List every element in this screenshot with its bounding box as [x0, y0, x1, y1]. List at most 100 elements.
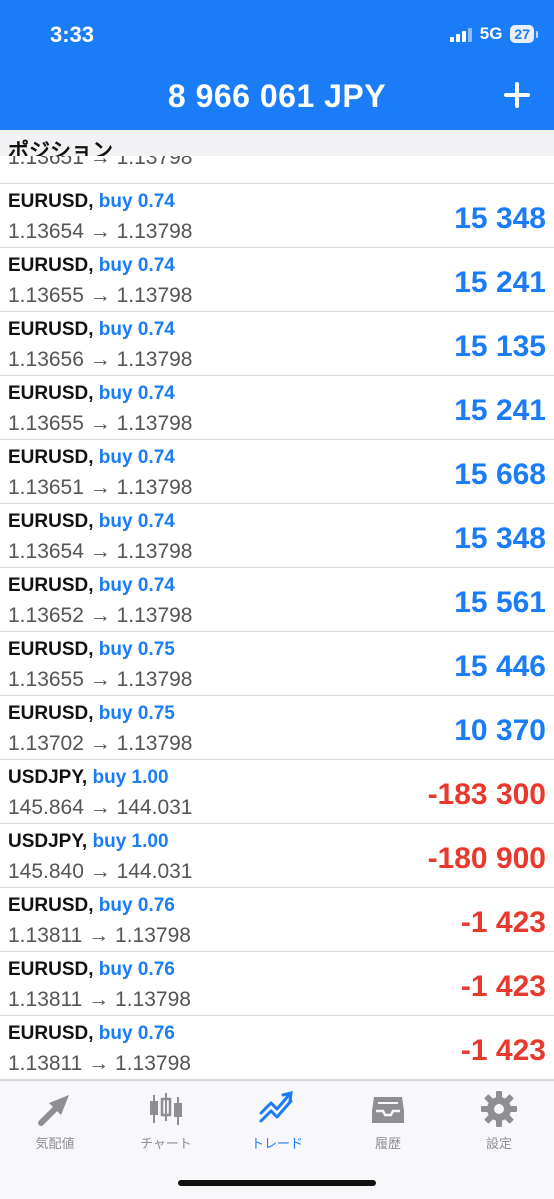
position-symbol-line: EURUSD, buy 0.74: [8, 319, 175, 341]
position-symbol: USDJPY,: [8, 767, 88, 788]
tab-history-tray[interactable]: 履歴: [333, 1089, 443, 1159]
position-symbol: EURUSD,: [8, 511, 94, 532]
position-symbol-line: EURUSD, buy 0.75: [8, 639, 175, 661]
position-profit: -1 423: [460, 906, 546, 939]
position-row[interactable]: EURUSD, buy 0.74 1.13651 → 1.13798 15 668: [0, 440, 554, 504]
tab-trade-trend[interactable]: トレード: [222, 1089, 332, 1159]
position-symbol: EURUSD,: [8, 383, 94, 404]
position-prices: 1.13652 → 1.13798: [8, 604, 193, 627]
gear-icon: [444, 1089, 554, 1129]
position-row[interactable]: EURUSD, buy 0.76 1.13811 → 1.13798 -1 423: [0, 952, 554, 1016]
position-side-volume: buy 0.74: [98, 319, 175, 340]
position-row[interactable]: EURUSD, buy 0.75 1.13655 → 1.13798 15 446: [0, 632, 554, 696]
position-side-volume: buy 0.75: [98, 639, 175, 660]
position-row[interactable]: EURUSD, buy 0.74 1.13652 → 1.13798 15 561: [0, 568, 554, 632]
position-row[interactable]: USDJPY, buy 1.00 145.840 → 144.031 -180 90…: [0, 824, 554, 888]
tab-label: チャート: [140, 1136, 192, 1151]
position-side-volume: buy 0.76: [98, 1023, 175, 1044]
tab-quotes-arrows[interactable]: 気配値: [0, 1089, 110, 1159]
status-time: 3:33: [50, 22, 95, 47]
home-indicator: [178, 1180, 376, 1186]
position-symbol-line: EURUSD, buy 0.74: [8, 575, 175, 597]
position-side-volume: buy 0.74: [98, 255, 175, 276]
position-profit: 15 135: [454, 330, 546, 363]
position-side-volume: buy 0.76: [98, 959, 175, 980]
position-symbol: EURUSD,: [8, 959, 94, 980]
position-side-volume: buy 0.75: [98, 703, 175, 724]
position-profit: -183 300: [427, 778, 546, 811]
signal-icon: [449, 26, 472, 42]
tab-gear[interactable]: 設定: [444, 1089, 554, 1159]
position-prices: 145.864 → 144.031: [8, 796, 193, 819]
position-symbol: EURUSD,: [8, 703, 94, 724]
network-type: 5G: [479, 24, 503, 43]
tab-label: 設定: [485, 1136, 512, 1151]
battery-icon: 27: [510, 25, 538, 43]
position-profit: -1 423: [460, 1034, 546, 1067]
position-side-volume: buy 0.74: [98, 383, 175, 404]
position-prices: 1.13811 → 1.13798: [8, 924, 191, 947]
position-prices: 145.840 → 144.031: [8, 860, 193, 883]
position-profit: 15 348: [454, 202, 546, 235]
position-prices: 1.13811 → 1.13798: [8, 1052, 191, 1075]
position-profit: 15 348: [454, 522, 546, 555]
position-row[interactable]: USDJPY, buy 1.00 145.864 → 144.031 -183 30…: [0, 760, 554, 824]
position-symbol: EURUSD,: [8, 1023, 94, 1044]
position-prices: 1.13702 → 1.13798: [8, 732, 193, 755]
position-profit: 15 241: [454, 266, 546, 299]
position-symbol-line: EURUSD, buy 0.74: [8, 511, 175, 533]
position-prices: 1.13655 → 1.13798: [8, 412, 193, 435]
position-row[interactable]: EURUSD, buy 0.76 1.13811 → 1.13798 -1 423: [0, 888, 554, 952]
position-symbol: EURUSD,: [8, 639, 94, 660]
position-prices: 1.13654 → 1.13798: [8, 540, 193, 563]
position-symbol-line: EURUSD, buy 0.74: [8, 255, 175, 277]
account-balance: 8 966 061 JPY: [167, 78, 387, 114]
position-symbol: EURUSD,: [8, 895, 94, 916]
position-row[interactable]: EURUSD, buy 0.76 1.13811 → 1.13798 -1 423: [0, 1016, 554, 1080]
position-symbol-line: EURUSD, buy 0.74: [8, 191, 175, 213]
position-row[interactable]: EURUSD, buy 0.74 1.13655 → 1.13798 15 241: [0, 248, 554, 312]
quotes-arrows-icon: [0, 1089, 110, 1129]
tab-label: 気配値: [35, 1136, 75, 1151]
position-symbol: EURUSD,: [8, 191, 94, 212]
position-side-volume: buy 0.74: [98, 511, 175, 532]
position-row[interactable]: EURUSD, buy 0.74 1.13656 → 1.13798 15 135: [0, 312, 554, 376]
position-profit: 15 668: [454, 458, 546, 491]
position-symbol-line: EURUSD, buy 0.76: [8, 959, 175, 981]
position-symbol: EURUSD,: [8, 255, 94, 276]
position-symbol: EURUSD,: [8, 447, 94, 468]
list-item-partial[interactable]: 1.13651 → 1.13798: [0, 156, 554, 184]
tab-candlestick[interactable]: チャート: [111, 1089, 221, 1159]
position-prices: 1.13654 → 1.13798: [8, 220, 193, 243]
position-side-volume: buy 0.74: [98, 447, 175, 468]
position-row[interactable]: EURUSD, buy 0.74 1.13655 → 1.13798 15 241: [0, 376, 554, 440]
position-side-volume: buy 1.00: [92, 831, 169, 852]
position-side-volume: buy 0.76: [98, 895, 175, 916]
position-symbol-line: EURUSD, buy 0.76: [8, 1023, 175, 1045]
position-profit: -1 423: [460, 970, 546, 1003]
position-prices: 1.13655 → 1.13798: [8, 284, 193, 307]
position-prices: 1.13655 → 1.13798: [8, 668, 193, 691]
status-indicators: 5G 27: [449, 24, 538, 44]
position-symbol-line: EURUSD, buy 0.74: [8, 383, 175, 405]
tab-label: トレード: [250, 1136, 303, 1151]
position-side-volume: buy 0.74: [98, 191, 175, 212]
position-symbol-line: EURUSD, buy 0.76: [8, 895, 175, 917]
position-profit: 15 241: [454, 394, 546, 427]
position-prices: 1.13811 → 1.13798: [8, 988, 191, 1011]
position-row[interactable]: EURUSD, buy 0.75 1.13702 → 1.13798 10 370: [0, 696, 554, 760]
position-symbol-line: USDJPY, buy 1.00: [8, 831, 169, 853]
trade-trend-icon: [222, 1089, 332, 1129]
new-order-button[interactable]: [502, 80, 532, 110]
position-row[interactable]: EURUSD, buy 0.74 1.13654 → 1.13798 15 348: [0, 504, 554, 568]
tab-label: 履歴: [374, 1136, 401, 1151]
position-side-volume: buy 1.00: [92, 767, 169, 788]
position-symbol: EURUSD,: [8, 575, 94, 596]
position-profit: 15 446: [454, 650, 546, 683]
position-profit: 15 561: [454, 586, 546, 619]
position-symbol-line: USDJPY, buy 1.00: [8, 767, 169, 789]
position-row[interactable]: EURUSD, buy 0.74 1.13654 → 1.13798 15 348: [0, 184, 554, 248]
position-profit: -180 900: [427, 842, 546, 875]
positions-list[interactable]: 1.13651 → 1.13798 EURUSD, buy 0.74 1.1365…: [0, 156, 554, 1080]
position-symbol: USDJPY,: [8, 831, 88, 852]
